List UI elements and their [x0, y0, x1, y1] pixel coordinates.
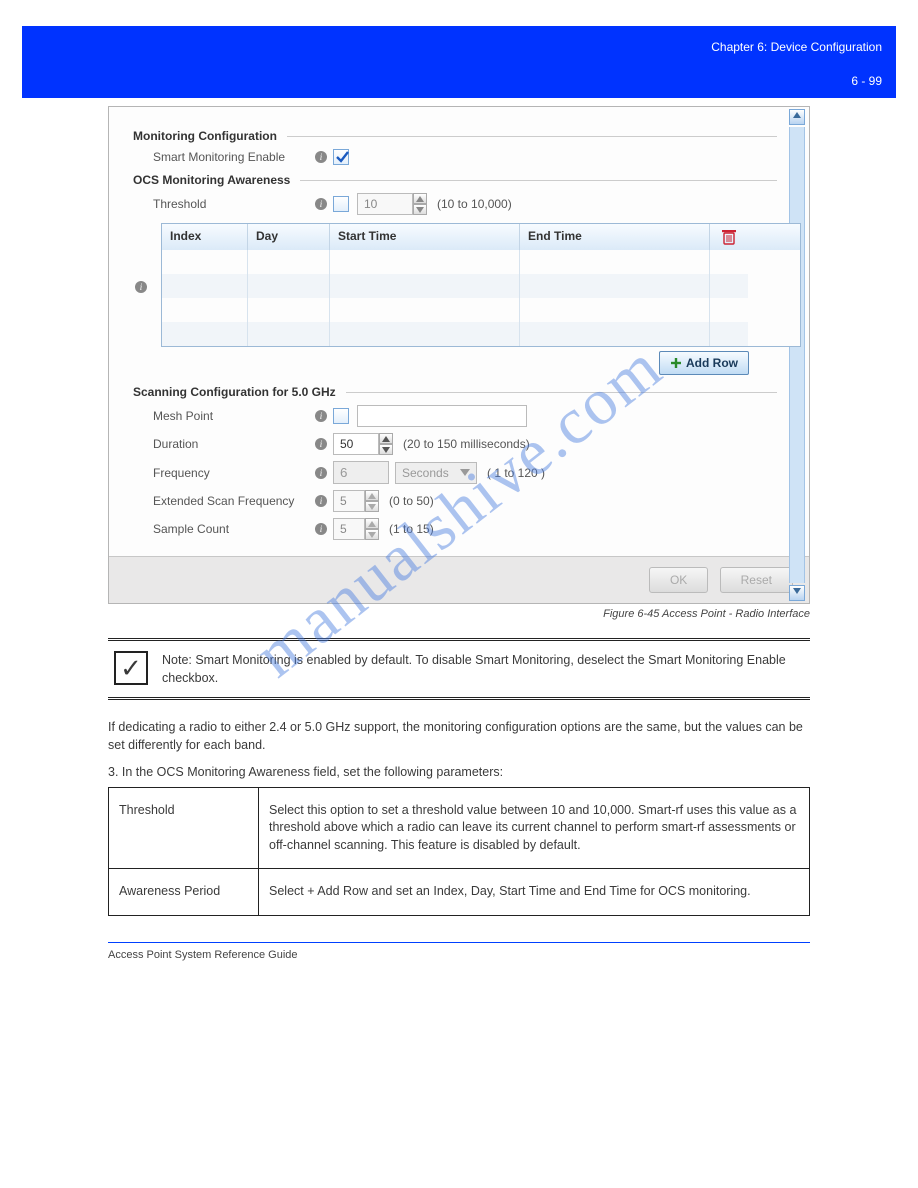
param-name: Threshold — [109, 787, 259, 869]
config-panel-screenshot: Monitoring Configuration Smart Monitorin… — [108, 106, 810, 604]
sample-count-hint: (1 to 15) — [389, 522, 434, 536]
sample-count-input[interactable] — [333, 518, 365, 540]
info-icon[interactable]: i — [315, 198, 327, 210]
duration-label: Duration — [133, 437, 309, 451]
col-day[interactable]: Day — [248, 224, 330, 250]
param-name: Awareness Period — [109, 869, 259, 916]
frequency-input[interactable] — [333, 461, 389, 484]
ext-scan-label: Extended Scan Frequency — [133, 494, 309, 508]
section-scan-title: Scanning Configuration for 5.0 GHz — [133, 385, 336, 399]
figure-label: Figure 6-45 Access Point - Radio Interfa… — [0, 608, 810, 620]
param-desc: Select this option to set a threshold va… — [259, 787, 810, 869]
step-text: 3. In the OCS Monitoring Awareness field… — [108, 765, 810, 779]
parameter-table: Threshold Select this option to set a th… — [108, 787, 810, 916]
info-icon[interactable]: i — [315, 410, 327, 422]
threshold-input[interactable] — [357, 193, 413, 215]
param-desc: Select + Add Row and set an Index, Day, … — [259, 869, 810, 916]
ext-scan-spinner[interactable] — [333, 490, 379, 512]
spin-down-icon[interactable] — [379, 444, 393, 455]
note-text: Note: Smart Monitoring is enabled by def… — [162, 651, 810, 687]
divider — [287, 136, 777, 137]
ext-scan-hint: (0 to 50) — [389, 494, 434, 508]
mesh-point-label: Mesh Point — [133, 409, 309, 423]
frequency-unit-select[interactable]: Seconds — [395, 462, 477, 484]
info-icon[interactable]: i — [315, 523, 327, 535]
duration-spinner[interactable] — [333, 433, 393, 455]
col-index[interactable]: Index — [162, 224, 248, 250]
spin-up-icon[interactable] — [379, 433, 393, 444]
body-paragraph: If dedicating a radio to either 2.4 or 5… — [108, 718, 810, 754]
spin-up-icon[interactable] — [365, 518, 379, 529]
add-row-label: Add Row — [686, 356, 738, 370]
plus-icon — [670, 357, 682, 369]
info-icon[interactable]: i — [315, 151, 327, 163]
add-row-button[interactable]: Add Row — [659, 351, 749, 375]
dialog-footer: OK Reset — [109, 556, 809, 603]
divider — [346, 392, 777, 393]
section-ocs-title: OCS Monitoring Awareness — [133, 173, 290, 187]
divider — [300, 180, 777, 181]
table-row: Threshold Select this option to set a th… — [109, 787, 810, 869]
info-icon[interactable]: i — [315, 438, 327, 450]
checkmark-icon: ✓ — [114, 651, 148, 685]
chevron-down-icon — [460, 469, 470, 477]
mesh-point-input[interactable] — [357, 405, 527, 427]
mesh-point-checkbox[interactable] — [333, 408, 349, 424]
duration-input[interactable] — [333, 433, 379, 455]
table-row: Awareness Period Select + Add Row and se… — [109, 869, 810, 916]
spin-down-icon[interactable] — [365, 501, 379, 512]
sample-count-spinner[interactable] — [333, 518, 379, 540]
info-icon[interactable]: i — [135, 281, 147, 293]
smart-monitoring-checkbox[interactable] — [333, 149, 349, 165]
threshold-enable-checkbox[interactable] — [333, 196, 349, 212]
header-chapter: Chapter 6: Device Configuration — [711, 40, 882, 54]
frequency-hint: ( 1 to 120 ) — [487, 466, 545, 480]
ok-button[interactable]: OK — [649, 567, 708, 593]
frequency-unit-value: Seconds — [402, 466, 449, 480]
section-monitoring-title: Monitoring Configuration — [133, 129, 277, 143]
col-start-time[interactable]: Start Time — [330, 224, 520, 250]
schedule-table: Index Day Start Time End Time — [161, 223, 801, 347]
frequency-label: Frequency — [133, 466, 309, 480]
spin-down-icon[interactable] — [413, 204, 427, 215]
header-bar: Chapter 6: Device Configuration 6 - 99 — [22, 26, 896, 98]
scroll-down-button[interactable] — [789, 585, 805, 601]
info-icon[interactable]: i — [315, 495, 327, 507]
spin-down-icon[interactable] — [365, 529, 379, 540]
note-block: ✓ Note: Smart Monitoring is enabled by d… — [108, 638, 810, 700]
col-delete[interactable] — [710, 224, 748, 250]
reset-button[interactable]: Reset — [720, 567, 793, 593]
ext-scan-input[interactable] — [333, 490, 365, 512]
spin-up-icon[interactable] — [413, 193, 427, 204]
header-page: 6 - 99 — [851, 74, 882, 88]
smart-monitoring-label: Smart Monitoring Enable — [133, 150, 309, 164]
col-end-time[interactable]: End Time — [520, 224, 710, 250]
threshold-spinner[interactable] — [357, 193, 427, 215]
trash-icon — [722, 229, 736, 245]
footer-left: Access Point System Reference Guide — [108, 949, 298, 961]
info-icon[interactable]: i — [315, 467, 327, 479]
duration-hint: (20 to 150 milliseconds) — [403, 437, 530, 451]
spin-up-icon[interactable] — [365, 490, 379, 501]
threshold-label: Threshold — [133, 197, 309, 211]
table-body — [162, 250, 800, 346]
sample-count-label: Sample Count — [133, 522, 309, 536]
page-footer: Access Point System Reference Guide — [108, 942, 810, 961]
threshold-hint: (10 to 10,000) — [437, 197, 512, 211]
